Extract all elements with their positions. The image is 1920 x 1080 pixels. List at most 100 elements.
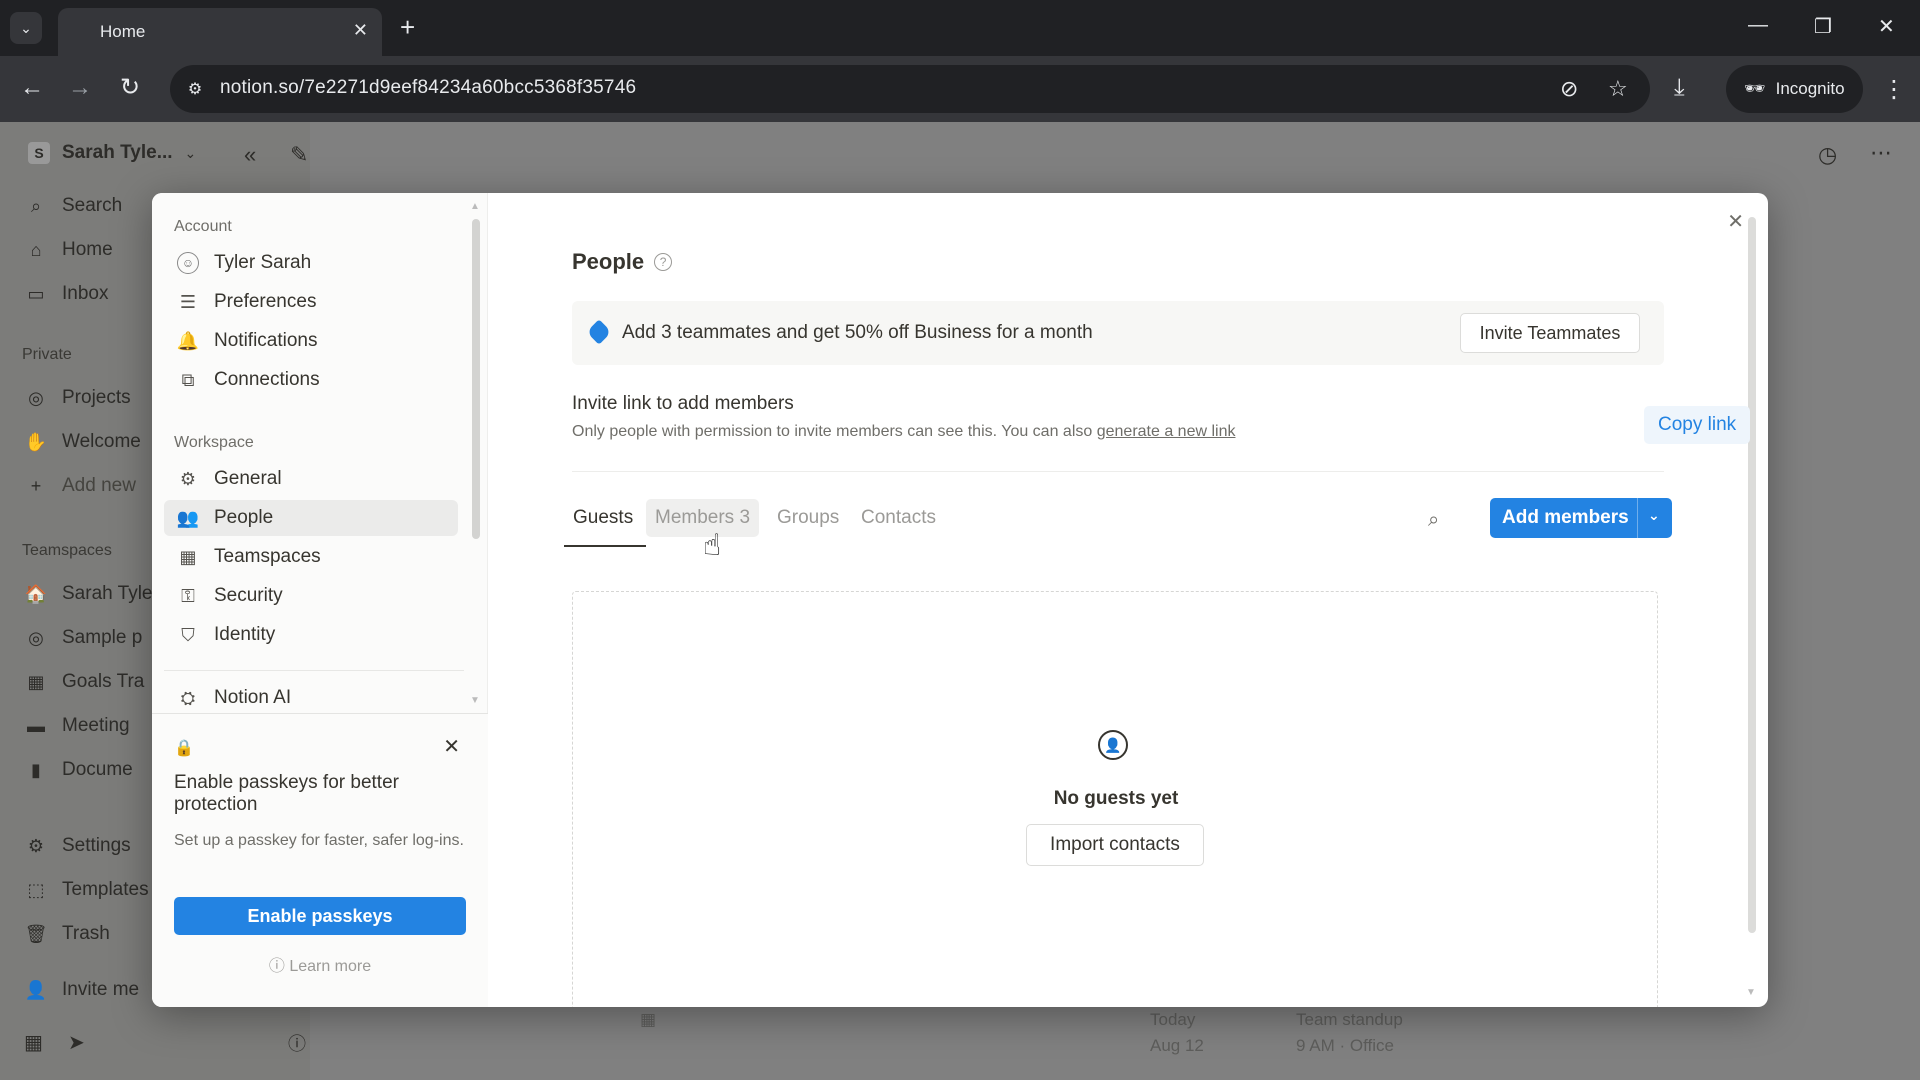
chevron-down-icon: ⌄ (184, 144, 197, 161)
scroll-down-icon[interactable]: ▼ (470, 695, 480, 706)
invite-link-desc-text: Only people with permission to invite me… (572, 423, 1097, 440)
add-members-button[interactable]: Add members ⌄ (1490, 498, 1672, 538)
settings-modal: ▲ Account ☺ Tyler Sarah ☰ Preferences 🔔 Not… (152, 193, 1768, 1007)
address-bar[interactable]: ⚙ notion.so/7e2271d9eef84234a60bcc5368f3… (170, 65, 1650, 113)
home-icon: ⌂ (30, 239, 42, 260)
restore-icon[interactable]: ❐ (1814, 14, 1832, 39)
page-title: People ? (572, 249, 673, 275)
settings-item-preferences[interactable]: ☰ Preferences (164, 284, 458, 320)
shield-check-icon: ⛉ (181, 624, 195, 645)
import-contacts-button[interactable]: Import contacts (1026, 824, 1204, 866)
teamspaces-section-label: Teamspaces (22, 542, 112, 559)
sidebar-item-projects[interactable]: ◎ Projects (24, 386, 131, 410)
settings-item-notifications[interactable]: 🔔 Notifications (164, 323, 458, 359)
bookmark-star-icon[interactable]: ☆ (1608, 76, 1628, 102)
incognito-badge[interactable]: 🕶 Incognito (1726, 65, 1863, 113)
settings-sidebar: ▲ Account ☺ Tyler Sarah ☰ Preferences 🔔 Not… (152, 193, 488, 1007)
tab-guests[interactable]: Guests (564, 499, 642, 537)
more-options-icon[interactable]: ⋯ (1870, 140, 1892, 166)
search-icon[interactable]: ⌕ (1428, 509, 1439, 532)
sidebar-item-search[interactable]: ⌕ Search (24, 194, 122, 218)
chart-icon: ▦ (27, 671, 45, 692)
empty-state-text: No guests yet (1053, 788, 1179, 809)
workspace-name: Sarah Tyle... (62, 142, 173, 163)
sidebar-item-invite[interactable]: 👤 Invite me (24, 978, 139, 1002)
scroll-down-icon[interactable]: ▼ (1746, 987, 1756, 998)
teamspaces-icon: ▦ (179, 546, 197, 567)
sidebar-item-label: Home (62, 239, 113, 260)
browser-tab[interactable]: Home ✕ (58, 8, 382, 56)
settings-item-identity[interactable]: ⛉ Identity (164, 617, 458, 653)
settings-item-security[interactable]: ⚿ Security (164, 578, 458, 614)
private-section-label: Private (22, 346, 72, 363)
sidebar-item-welcome[interactable]: ✋ Welcome (24, 430, 141, 454)
sidebar-item-trash[interactable]: 🗑 Trash (24, 922, 110, 946)
tab-groups[interactable]: Groups (768, 499, 848, 537)
gear-icon: ⚙ (179, 468, 197, 489)
sidebar-item-home[interactable]: ⌂ Home (24, 238, 113, 262)
help-icon[interactable]: ? (654, 253, 673, 271)
sidebar-item-sample[interactable]: ◎ Sample p (24, 626, 142, 650)
forward-icon[interactable]: → (68, 74, 92, 102)
settings-item-notion-ai[interactable]: ⛭ Notion AI (164, 680, 458, 716)
window-close-icon[interactable]: ✕ (1878, 14, 1895, 39)
send-icon[interactable]: ➤ (68, 1030, 85, 1055)
workspace-switcher[interactable]: S Sarah Tyle... ⌄ (28, 142, 196, 164)
settings-item-general[interactable]: ⚙ General (164, 461, 458, 497)
sidebar-item-inbox[interactable]: ▭ Inbox (24, 282, 108, 306)
tab-contacts[interactable]: Contacts (852, 499, 945, 537)
eye-off-icon[interactable]: ⊘ (1560, 76, 1578, 102)
sidebar-item-settings[interactable]: ⚙ Settings (24, 834, 131, 858)
enable-passkeys-button[interactable]: Enable passkeys (174, 897, 466, 935)
plus-icon: + (30, 475, 42, 496)
wave-icon: ✋ (24, 431, 48, 452)
sidebar-item-label: Docume (62, 759, 133, 780)
close-icon[interactable]: ✕ (443, 734, 460, 759)
browser-menu-icon[interactable]: ⋮ (1882, 75, 1906, 104)
tab-search-button[interactable]: ⌄ (10, 12, 42, 44)
tag-icon (586, 319, 612, 345)
mouse-cursor-icon: ☝ (703, 529, 722, 562)
download-icon[interactable]: ⤓ (1674, 74, 1685, 102)
settings-item-label: People (214, 507, 274, 528)
tab-close-icon[interactable]: ✕ (353, 20, 368, 41)
doc-icon: ▮ (31, 759, 41, 780)
learn-more-link[interactable]: ⓘ Learn more (152, 952, 488, 976)
history-icon[interactable]: ◷ (1818, 142, 1837, 168)
url-text[interactable]: notion.so/7e2271d9eef84234a60bcc5368f357… (220, 77, 636, 99)
new-page-icon[interactable]: ✎ (290, 142, 308, 168)
settings-item-profile[interactable]: ☺ Tyler Sarah (164, 245, 458, 281)
minimize-icon[interactable]: — (1748, 14, 1768, 37)
sidebar-item-goals[interactable]: ▦ Goals Tra (24, 670, 144, 694)
back-icon[interactable]: ← (20, 74, 44, 102)
incognito-label: Incognito (1775, 79, 1845, 98)
sidebar-item-teamspace[interactable]: 🏠 Sarah Tyle (24, 582, 153, 606)
help-circle-icon[interactable]: ⓘ (288, 1030, 306, 1056)
sidebar-item-meeting[interactable]: ▬ Meeting (24, 714, 130, 738)
sidebar-item-label: Settings (62, 835, 131, 856)
settings-item-teamspaces[interactable]: ▦ Teamspaces (164, 539, 458, 575)
sidebar-item-label: Templates (62, 879, 149, 900)
site-settings-icon[interactable]: ⚙ (182, 77, 208, 101)
gear-icon: ⚙ (27, 835, 45, 856)
chevron-down-icon[interactable]: ⌄ (1648, 507, 1660, 524)
close-icon[interactable]: ✕ (1727, 209, 1744, 234)
reload-icon[interactable]: ↻ (120, 74, 140, 102)
sidebar-item-add-new[interactable]: + Add new (24, 474, 136, 498)
trash-icon: 🗑 (24, 923, 48, 944)
generate-new-link[interactable]: generate a new link (1097, 423, 1236, 440)
scroll-up-icon[interactable]: ▲ (470, 201, 480, 212)
copy-link-button[interactable]: Copy link (1644, 406, 1751, 444)
collapse-sidebar-icon[interactable]: « (244, 142, 256, 168)
tab-title: Home (100, 22, 146, 41)
invite-teammates-button[interactable]: Invite Teammates (1460, 313, 1640, 353)
settings-item-people[interactable]: 👥 People (164, 500, 458, 536)
sidebar-item-templates[interactable]: ⬚ Templates (24, 878, 149, 902)
people-panel-scrollbar[interactable] (1748, 217, 1756, 933)
settings-item-connections[interactable]: ⧉ Connections (164, 362, 458, 398)
calendar-app-icon[interactable]: ▦ (24, 1030, 43, 1055)
sidebar-item-documents[interactable]: ▮ Docume (24, 758, 133, 782)
new-tab-button[interactable]: + (400, 14, 415, 40)
settings-sidebar-scrollbar[interactable] (472, 219, 480, 539)
active-tab-indicator (564, 545, 646, 547)
